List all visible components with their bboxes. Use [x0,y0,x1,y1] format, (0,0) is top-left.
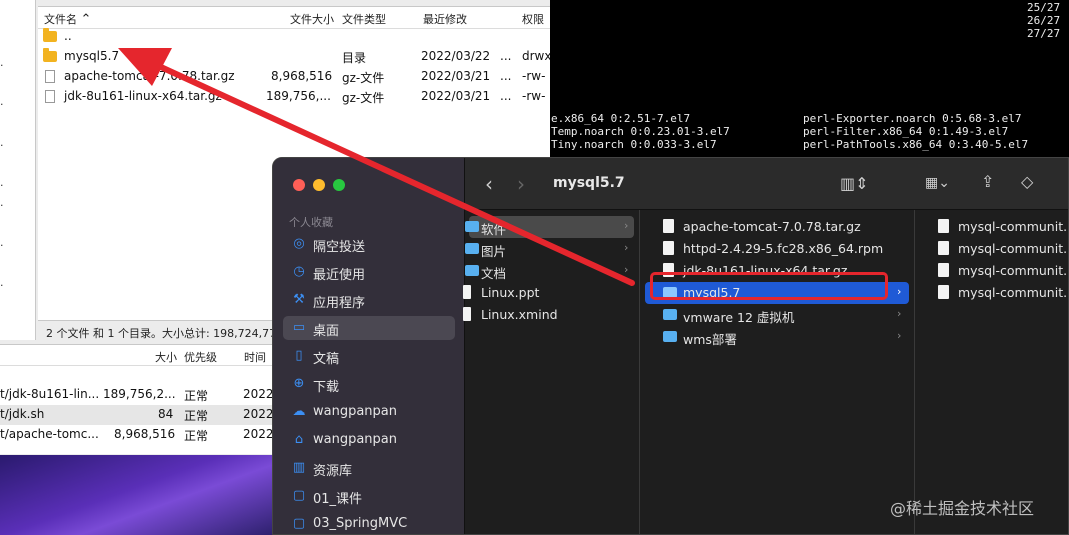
annotation-arrow [118,48,635,286]
watermark: @稀土掘金技术社区 [890,499,1035,518]
highlight-box [650,272,888,300]
arrow-shaft [147,59,635,286]
